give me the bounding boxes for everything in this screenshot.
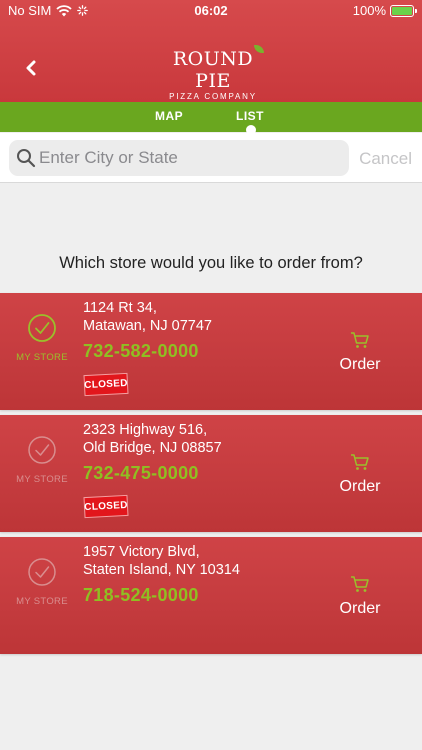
status-bar: No SIM 06:02 100% (0, 0, 422, 22)
address-line-2: Old Bridge, NJ 08857 (83, 440, 222, 456)
closed-badge: CLOSED (83, 372, 129, 397)
check-circle-icon (28, 314, 56, 342)
cart-icon (351, 576, 369, 592)
my-store-toggle[interactable]: MY STORE (12, 313, 72, 363)
view-tabs: MAP LIST (0, 102, 422, 135)
order-label: Order (339, 600, 381, 617)
search-field[interactable] (9, 140, 349, 176)
closed-badge: CLOSED (83, 494, 129, 519)
tab-list[interactable]: LIST (236, 109, 264, 123)
store-address: 1124 Rt 34, Matawan, NJ 07747 (83, 299, 212, 335)
battery-percent: 100% (352, 3, 386, 18)
check-circle-icon (28, 558, 56, 586)
my-store-toggle[interactable]: MY STORE (12, 557, 72, 607)
search-icon (17, 149, 36, 168)
store-card[interactable]: MY STORE 1124 Rt 34, Matawan, NJ 07747 7… (0, 293, 422, 410)
store-list: MY STORE 1124 Rt 34, Matawan, NJ 07747 7… (0, 293, 422, 659)
app-header: No SIM 06:02 100% ROUND PIE PIZZA COMPAN… (0, 0, 422, 102)
store-phone[interactable]: 718-524-0000 (83, 585, 199, 606)
order-label: Order (339, 478, 381, 495)
store-card[interactable]: MY STORE 2323 Highway 516, Old Bridge, N… (0, 415, 422, 532)
order-button[interactable]: Order (330, 453, 390, 496)
search-input[interactable] (39, 140, 339, 176)
logo-subtitle: PIZZA COMPANY (169, 92, 257, 101)
cancel-button[interactable]: Cancel (359, 149, 412, 169)
cart-icon (351, 332, 369, 348)
store-prompt: Which store would you like to order from… (59, 254, 363, 272)
order-label: Order (339, 356, 381, 373)
address-line-1: 1957 Victory Blvd, (83, 544, 200, 560)
back-button[interactable] (18, 54, 46, 82)
brand-logo: ROUND PIE PIZZA COMPANY (160, 45, 266, 101)
status-right: 100% (352, 3, 417, 18)
check-circle-icon (28, 436, 56, 464)
my-store-label: MY STORE (16, 474, 68, 485)
battery-icon (390, 4, 417, 17)
my-store-label: MY STORE (16, 596, 68, 607)
tab-map[interactable]: MAP (155, 109, 183, 123)
my-store-toggle[interactable]: MY STORE (12, 435, 72, 485)
address-line-2: Matawan, NJ 07747 (83, 318, 212, 334)
my-store-label: MY STORE (16, 352, 68, 363)
address-line-2: Staten Island, NY 10314 (83, 562, 240, 578)
store-address: 2323 Highway 516, Old Bridge, NJ 08857 (83, 421, 222, 457)
order-button[interactable]: Order (330, 575, 390, 618)
address-line-1: 1124 Rt 34, (83, 300, 157, 316)
store-phone[interactable]: 732-475-0000 (83, 463, 199, 484)
store-card[interactable]: MY STORE 1957 Victory Blvd, Staten Islan… (0, 537, 422, 654)
address-line-1: 2323 Highway 516, (83, 422, 208, 438)
order-button[interactable]: Order (330, 331, 390, 374)
store-address: 1957 Victory Blvd, Staten Island, NY 103… (83, 543, 240, 579)
cart-icon (351, 454, 369, 470)
store-phone[interactable]: 732-582-0000 (83, 341, 199, 362)
search-bar: Cancel (0, 133, 422, 183)
logo-title: ROUND PIE (172, 48, 254, 92)
